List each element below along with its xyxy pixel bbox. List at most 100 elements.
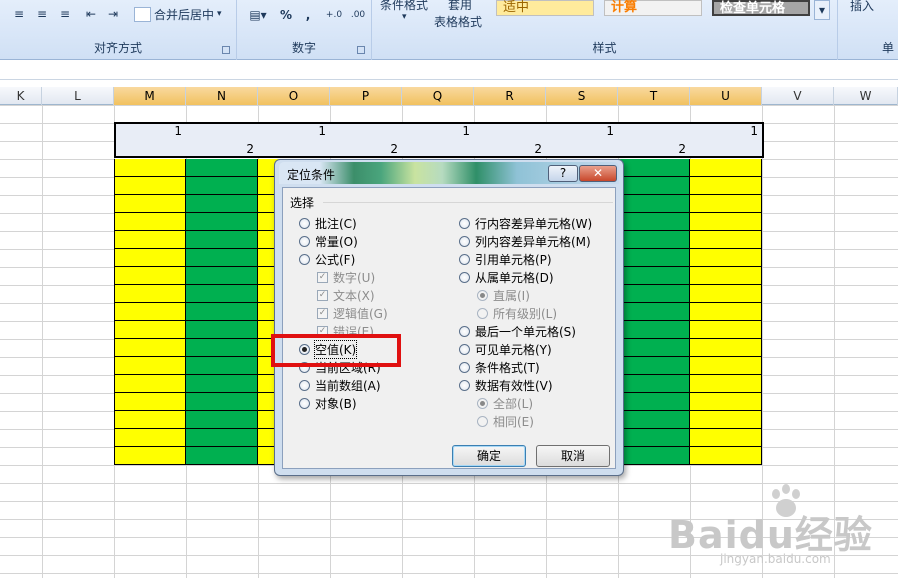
- colored-cell[interactable]: [690, 393, 762, 411]
- option-last-cell[interactable]: 最后一个单元格(S): [459, 323, 576, 339]
- colored-cell[interactable]: [114, 249, 186, 267]
- colored-cell[interactable]: [114, 447, 186, 465]
- column-header[interactable]: P: [330, 87, 402, 105]
- colored-cell[interactable]: [618, 285, 690, 303]
- colored-cell[interactable]: [618, 321, 690, 339]
- colored-cell[interactable]: [618, 447, 690, 465]
- dialog-launcher-icon[interactable]: [222, 46, 230, 54]
- colored-cell[interactable]: [618, 159, 690, 177]
- column-header[interactable]: R: [474, 87, 546, 105]
- column-header[interactable]: V: [762, 87, 834, 105]
- option-all-levels[interactable]: 所有级别(L): [477, 305, 557, 321]
- colored-cell[interactable]: [618, 429, 690, 447]
- colored-cell[interactable]: [690, 357, 762, 375]
- option-current-array[interactable]: 当前数组(A): [299, 377, 381, 393]
- colored-cell[interactable]: [114, 429, 186, 447]
- colored-cell[interactable]: [690, 375, 762, 393]
- align-center-icon[interactable]: ≡: [33, 6, 51, 22]
- colored-cell[interactable]: [186, 357, 258, 375]
- radio-icon[interactable]: [299, 217, 310, 229]
- column-header[interactable]: S: [546, 87, 618, 105]
- radio-icon[interactable]: [299, 253, 310, 265]
- colored-cell[interactable]: [114, 375, 186, 393]
- colored-cell[interactable]: [690, 303, 762, 321]
- option-text[interactable]: ✓ 文本(X): [317, 287, 375, 303]
- dialog-launcher-icon[interactable]: [357, 46, 365, 54]
- colored-cell[interactable]: [618, 177, 690, 195]
- colored-cell[interactable]: [690, 177, 762, 195]
- option-conditional-formats[interactable]: 条件格式(T): [459, 359, 540, 375]
- column-header[interactable]: Q: [402, 87, 474, 105]
- colored-cell[interactable]: [618, 267, 690, 285]
- colored-cell[interactable]: [186, 213, 258, 231]
- colored-cell[interactable]: [690, 213, 762, 231]
- insert-button[interactable]: 插入: [850, 0, 874, 14]
- colored-cell[interactable]: [690, 447, 762, 465]
- colored-cell[interactable]: [186, 393, 258, 411]
- column-header[interactable]: M: [114, 87, 186, 105]
- align-left-icon[interactable]: ≡: [10, 6, 28, 22]
- colored-cell[interactable]: [618, 357, 690, 375]
- column-header[interactable]: O: [258, 87, 330, 105]
- percent-button[interactable]: %: [275, 6, 297, 23]
- colored-cell[interactable]: [618, 411, 690, 429]
- colored-cell[interactable]: [618, 213, 690, 231]
- option-row-differences[interactable]: 行内容差异单元格(W): [459, 215, 592, 231]
- checkbox-icon[interactable]: ✓: [317, 271, 328, 283]
- decrease-indent-icon[interactable]: ⇤: [82, 6, 100, 22]
- radio-icon[interactable]: [459, 343, 470, 355]
- more-styles-icon[interactable]: ▾: [814, 0, 830, 20]
- colored-cell[interactable]: [186, 159, 258, 177]
- colored-cell[interactable]: [114, 339, 186, 357]
- radio-icon[interactable]: [459, 361, 470, 373]
- colored-cell[interactable]: [618, 231, 690, 249]
- colored-cell[interactable]: [186, 411, 258, 429]
- close-button[interactable]: ✕: [579, 165, 617, 182]
- option-comments[interactable]: 批注(C): [299, 215, 357, 231]
- radio-icon[interactable]: [459, 325, 470, 337]
- radio-icon[interactable]: [459, 235, 470, 247]
- colored-cell[interactable]: [186, 285, 258, 303]
- align-right-icon[interactable]: ≡: [56, 6, 74, 22]
- column-header[interactable]: L: [42, 87, 114, 105]
- colored-cell[interactable]: [186, 195, 258, 213]
- radio-icon[interactable]: [299, 379, 310, 391]
- option-visible-cells[interactable]: 可见单元格(Y): [459, 341, 552, 357]
- style-neutral[interactable]: 适中: [496, 0, 594, 16]
- colored-cell[interactable]: [186, 429, 258, 447]
- colored-cell[interactable]: [114, 195, 186, 213]
- checkbox-icon[interactable]: ✓: [317, 289, 328, 301]
- colored-cell[interactable]: [186, 267, 258, 285]
- colored-cell[interactable]: [618, 303, 690, 321]
- option-constants[interactable]: 常量(O): [299, 233, 358, 249]
- radio-icon[interactable]: [459, 217, 470, 229]
- colored-cell[interactable]: [186, 375, 258, 393]
- radio-icon[interactable]: [299, 235, 310, 247]
- colored-cell[interactable]: [690, 339, 762, 357]
- colored-cell[interactable]: [690, 285, 762, 303]
- radio-icon[interactable]: [459, 271, 470, 283]
- radio-icon[interactable]: [459, 253, 470, 265]
- option-column-differences[interactable]: 列内容差异单元格(M): [459, 233, 591, 249]
- colored-cell[interactable]: [618, 195, 690, 213]
- option-formulas[interactable]: 公式(F): [299, 251, 355, 267]
- radio-icon[interactable]: [477, 415, 488, 427]
- column-header[interactable]: N: [186, 87, 258, 105]
- ok-button[interactable]: 确定: [452, 445, 526, 467]
- colored-cell[interactable]: [186, 339, 258, 357]
- colored-cell[interactable]: [690, 159, 762, 177]
- decrease-decimal-icon[interactable]: .00: [347, 6, 369, 23]
- colored-cell[interactable]: [690, 249, 762, 267]
- colored-cell[interactable]: [618, 249, 690, 267]
- colored-cell[interactable]: [618, 375, 690, 393]
- currency-format-icon[interactable]: ▤▾: [243, 6, 273, 23]
- table-format-button[interactable]: 表格格式: [434, 13, 482, 30]
- colored-cell[interactable]: [114, 303, 186, 321]
- radio-icon[interactable]: [299, 397, 310, 409]
- cancel-button[interactable]: 取消: [536, 445, 610, 467]
- option-dependents[interactable]: 从属单元格(D): [459, 269, 554, 285]
- colored-cell[interactable]: [114, 357, 186, 375]
- style-calculation[interactable]: 计算: [604, 0, 702, 16]
- colored-cell[interactable]: [114, 267, 186, 285]
- option-precedents[interactable]: 引用单元格(P): [459, 251, 552, 267]
